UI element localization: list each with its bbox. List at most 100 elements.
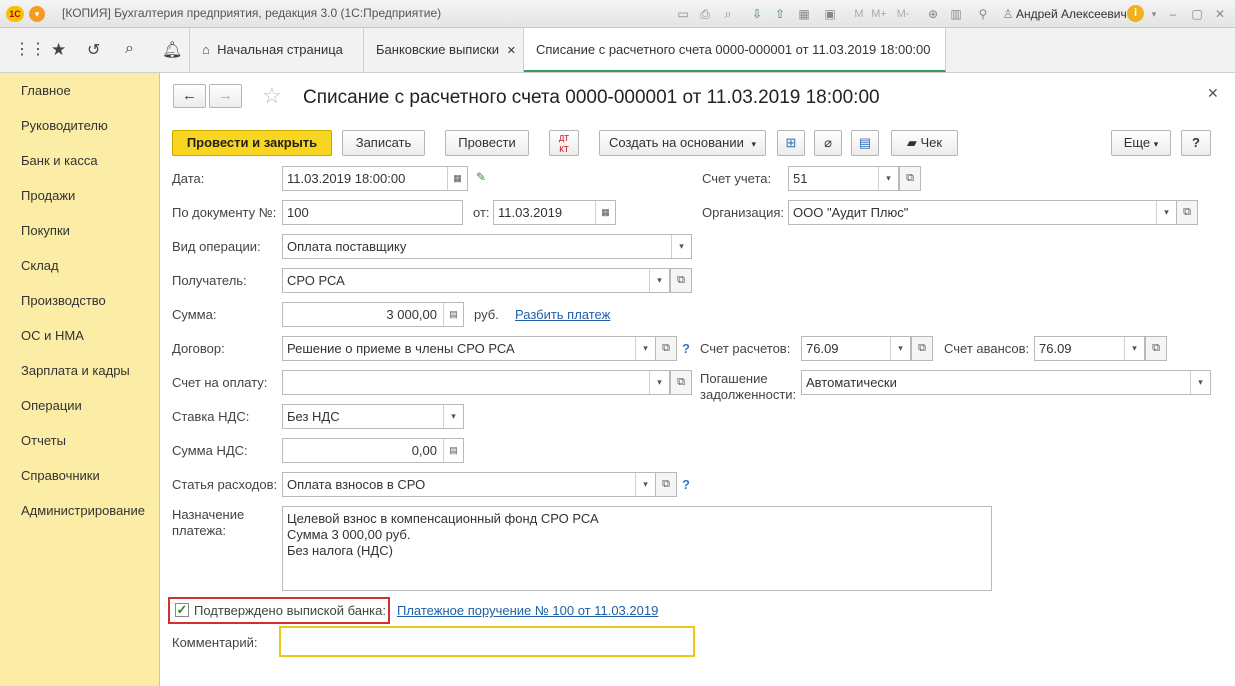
tab-home[interactable]: ⌂ Начальная страница	[189, 28, 364, 72]
memory-plus-icon[interactable]: M+	[871, 6, 887, 22]
tab-bank-statements[interactable]: Банковские выписки ✕	[364, 28, 524, 72]
receipt-button[interactable]: ▰ Чек	[891, 130, 958, 156]
calendar-icon[interactable]: ▦	[595, 201, 615, 224]
more-button[interactable]: Еще ▾	[1111, 130, 1171, 156]
attachment-button[interactable]: ⌀	[814, 130, 842, 156]
history-icon[interactable]: ↺	[87, 40, 100, 60]
close-form-icon[interactable]: ✕	[1207, 85, 1219, 102]
dt-kt-button[interactable]: ДТ КТ	[549, 130, 579, 156]
doc-date-field[interactable]: 11.03.2019 ▦	[493, 200, 616, 225]
settlement-account-field[interactable]: 76.09 ▾	[801, 336, 911, 361]
sidebar-item-main[interactable]: Главное	[21, 83, 71, 98]
bell-icon[interactable]: 🔔︎	[162, 40, 182, 60]
sidebar-item-purchases[interactable]: Покупки	[21, 223, 70, 238]
panel-icon[interactable]: ▥	[948, 6, 964, 22]
chevron-down-icon[interactable]: ▾	[1146, 6, 1162, 22]
sidebar-item-bank[interactable]: Банк и касса	[21, 153, 98, 168]
sidebar-item-reports[interactable]: Отчеты	[21, 433, 66, 448]
tab-writeoff[interactable]: Списание с расчетного счета 0000-000001 …	[524, 28, 946, 72]
sidebar-item-admin[interactable]: Администрирование	[21, 503, 145, 518]
wrench-icon[interactable]: ⚲	[975, 6, 991, 22]
table-icon[interactable]: ▦	[796, 6, 812, 22]
edit-icon[interactable]: ✎	[476, 170, 486, 184]
favorite-star-icon[interactable]: ☆	[262, 84, 282, 108]
star-icon[interactable]: ★	[51, 40, 66, 60]
close-tab-icon[interactable]: ✕	[507, 45, 516, 57]
open-expense-item-button[interactable]: ⧉	[655, 472, 677, 497]
split-payment-link[interactable]: Разбить платеж	[515, 307, 610, 322]
open-recipient-button[interactable]: ⧉	[670, 268, 692, 293]
dropdown-icon[interactable]: ▾	[635, 337, 655, 360]
print-icon[interactable]: ⎙	[697, 6, 713, 22]
help-button[interactable]: ?	[1181, 130, 1211, 156]
user-name[interactable]: Андрей Алексеевич	[1016, 7, 1127, 21]
calendar-icon[interactable]: ▣	[822, 6, 838, 22]
expense-help-icon[interactable]: ?	[682, 477, 690, 492]
sum-field[interactable]: 3 000,00 ▤	[282, 302, 464, 327]
vat-sum-field[interactable]: 0,00 ▤	[282, 438, 464, 463]
dropdown-icon[interactable]: ▾	[1190, 371, 1210, 394]
upload-icon[interactable]: ⇧	[772, 6, 788, 22]
confirmed-label[interactable]: Подтверждено выпиской банка:	[194, 603, 386, 618]
memory-minus-icon[interactable]: M-	[895, 6, 911, 22]
payment-purpose-textarea[interactable]: Целевой взнос в компенсационный фонд СРО…	[282, 506, 992, 591]
preview-icon[interactable]: ⌕	[720, 6, 736, 22]
download-icon[interactable]: ⇩	[749, 6, 765, 22]
account-field[interactable]: 51 ▾	[788, 166, 899, 191]
memory-m-icon[interactable]: M	[851, 6, 867, 22]
close-icon[interactable]: ✕	[1212, 6, 1228, 22]
save-button[interactable]: Записать	[342, 130, 425, 156]
calculator-icon[interactable]: ▤	[443, 303, 463, 326]
sidebar-item-operations[interactable]: Операции	[21, 398, 82, 413]
open-invoice-button[interactable]: ⧉	[670, 370, 692, 395]
payment-order-link[interactable]: Платежное поручение № 100 от 11.03.2019	[397, 603, 658, 618]
open-settlement-account-button[interactable]: ⧉	[911, 336, 933, 361]
recipient-field[interactable]: СРО РСА ▾	[282, 268, 670, 293]
date-field[interactable]: 11.03.2019 18:00:00 ▦	[282, 166, 468, 191]
calendar-icon[interactable]: ▦	[447, 167, 467, 190]
sidebar-item-sales[interactable]: Продажи	[21, 188, 75, 203]
search-icon[interactable]: ⌕	[125, 40, 134, 58]
sidebar-item-directories[interactable]: Справочники	[21, 468, 100, 483]
expense-item-field[interactable]: Оплата взносов в СРО ▾	[282, 472, 656, 497]
dropdown-icon[interactable]: ▾	[443, 405, 463, 428]
confirmed-checkbox[interactable]: ✓	[175, 603, 189, 617]
structure-button[interactable]: ⊞	[777, 130, 805, 156]
list-button[interactable]: ▤	[851, 130, 879, 156]
contract-field[interactable]: Решение о приеме в члены СРО РСА ▾	[282, 336, 656, 361]
menu-icon[interactable]: ▾	[29, 6, 45, 22]
open-advance-account-button[interactable]: ⧉	[1145, 336, 1167, 361]
sidebar-item-payroll[interactable]: Зарплата и кадры	[21, 363, 130, 378]
dropdown-icon[interactable]: ▾	[878, 167, 898, 190]
forward-button[interactable]: →	[209, 84, 242, 108]
open-organization-button[interactable]: ⧉	[1176, 200, 1198, 225]
advance-account-field[interactable]: 76.09 ▾	[1034, 336, 1145, 361]
dropdown-icon[interactable]: ▾	[1124, 337, 1144, 360]
organization-field[interactable]: ООО "Аудит Плюс" ▾	[788, 200, 1177, 225]
dropdown-icon[interactable]: ▾	[671, 235, 691, 258]
calculator-icon[interactable]: ▤	[443, 439, 463, 462]
create-based-on-button[interactable]: Создать на основании ▾	[599, 130, 766, 156]
zoom-icon[interactable]: ⊕	[925, 6, 941, 22]
dropdown-icon[interactable]: ▾	[635, 473, 655, 496]
sidebar-item-manager[interactable]: Руководителю	[21, 118, 108, 133]
post-and-close-button[interactable]: Провести и закрыть	[172, 130, 332, 156]
maximize-icon[interactable]: ▢	[1189, 6, 1205, 22]
back-button[interactable]: ←	[173, 84, 206, 108]
open-contract-button[interactable]: ⧉	[655, 336, 677, 361]
invoice-field[interactable]: ▾	[282, 370, 670, 395]
sidebar-item-fixed-assets[interactable]: ОС и НМА	[21, 328, 84, 343]
apps-icon[interactable]: ⋮⋮	[14, 41, 46, 59]
open-account-button[interactable]: ⧉	[899, 166, 921, 191]
debt-repayment-select[interactable]: Автоматически ▾	[801, 370, 1211, 395]
dropdown-icon[interactable]: ▾	[1156, 201, 1176, 224]
info-icon[interactable]: i	[1127, 5, 1144, 22]
sidebar-item-warehouse[interactable]: Склад	[21, 258, 59, 273]
operation-type-select[interactable]: Оплата поставщику ▾	[282, 234, 692, 259]
contract-help-icon[interactable]: ?	[682, 341, 690, 356]
dropdown-icon[interactable]: ▾	[649, 371, 669, 394]
doc-number-field[interactable]: 100	[282, 200, 463, 225]
vat-rate-select[interactable]: Без НДС ▾	[282, 404, 464, 429]
save-icon[interactable]: ▭	[675, 6, 691, 22]
sidebar-item-production[interactable]: Производство	[21, 293, 106, 308]
